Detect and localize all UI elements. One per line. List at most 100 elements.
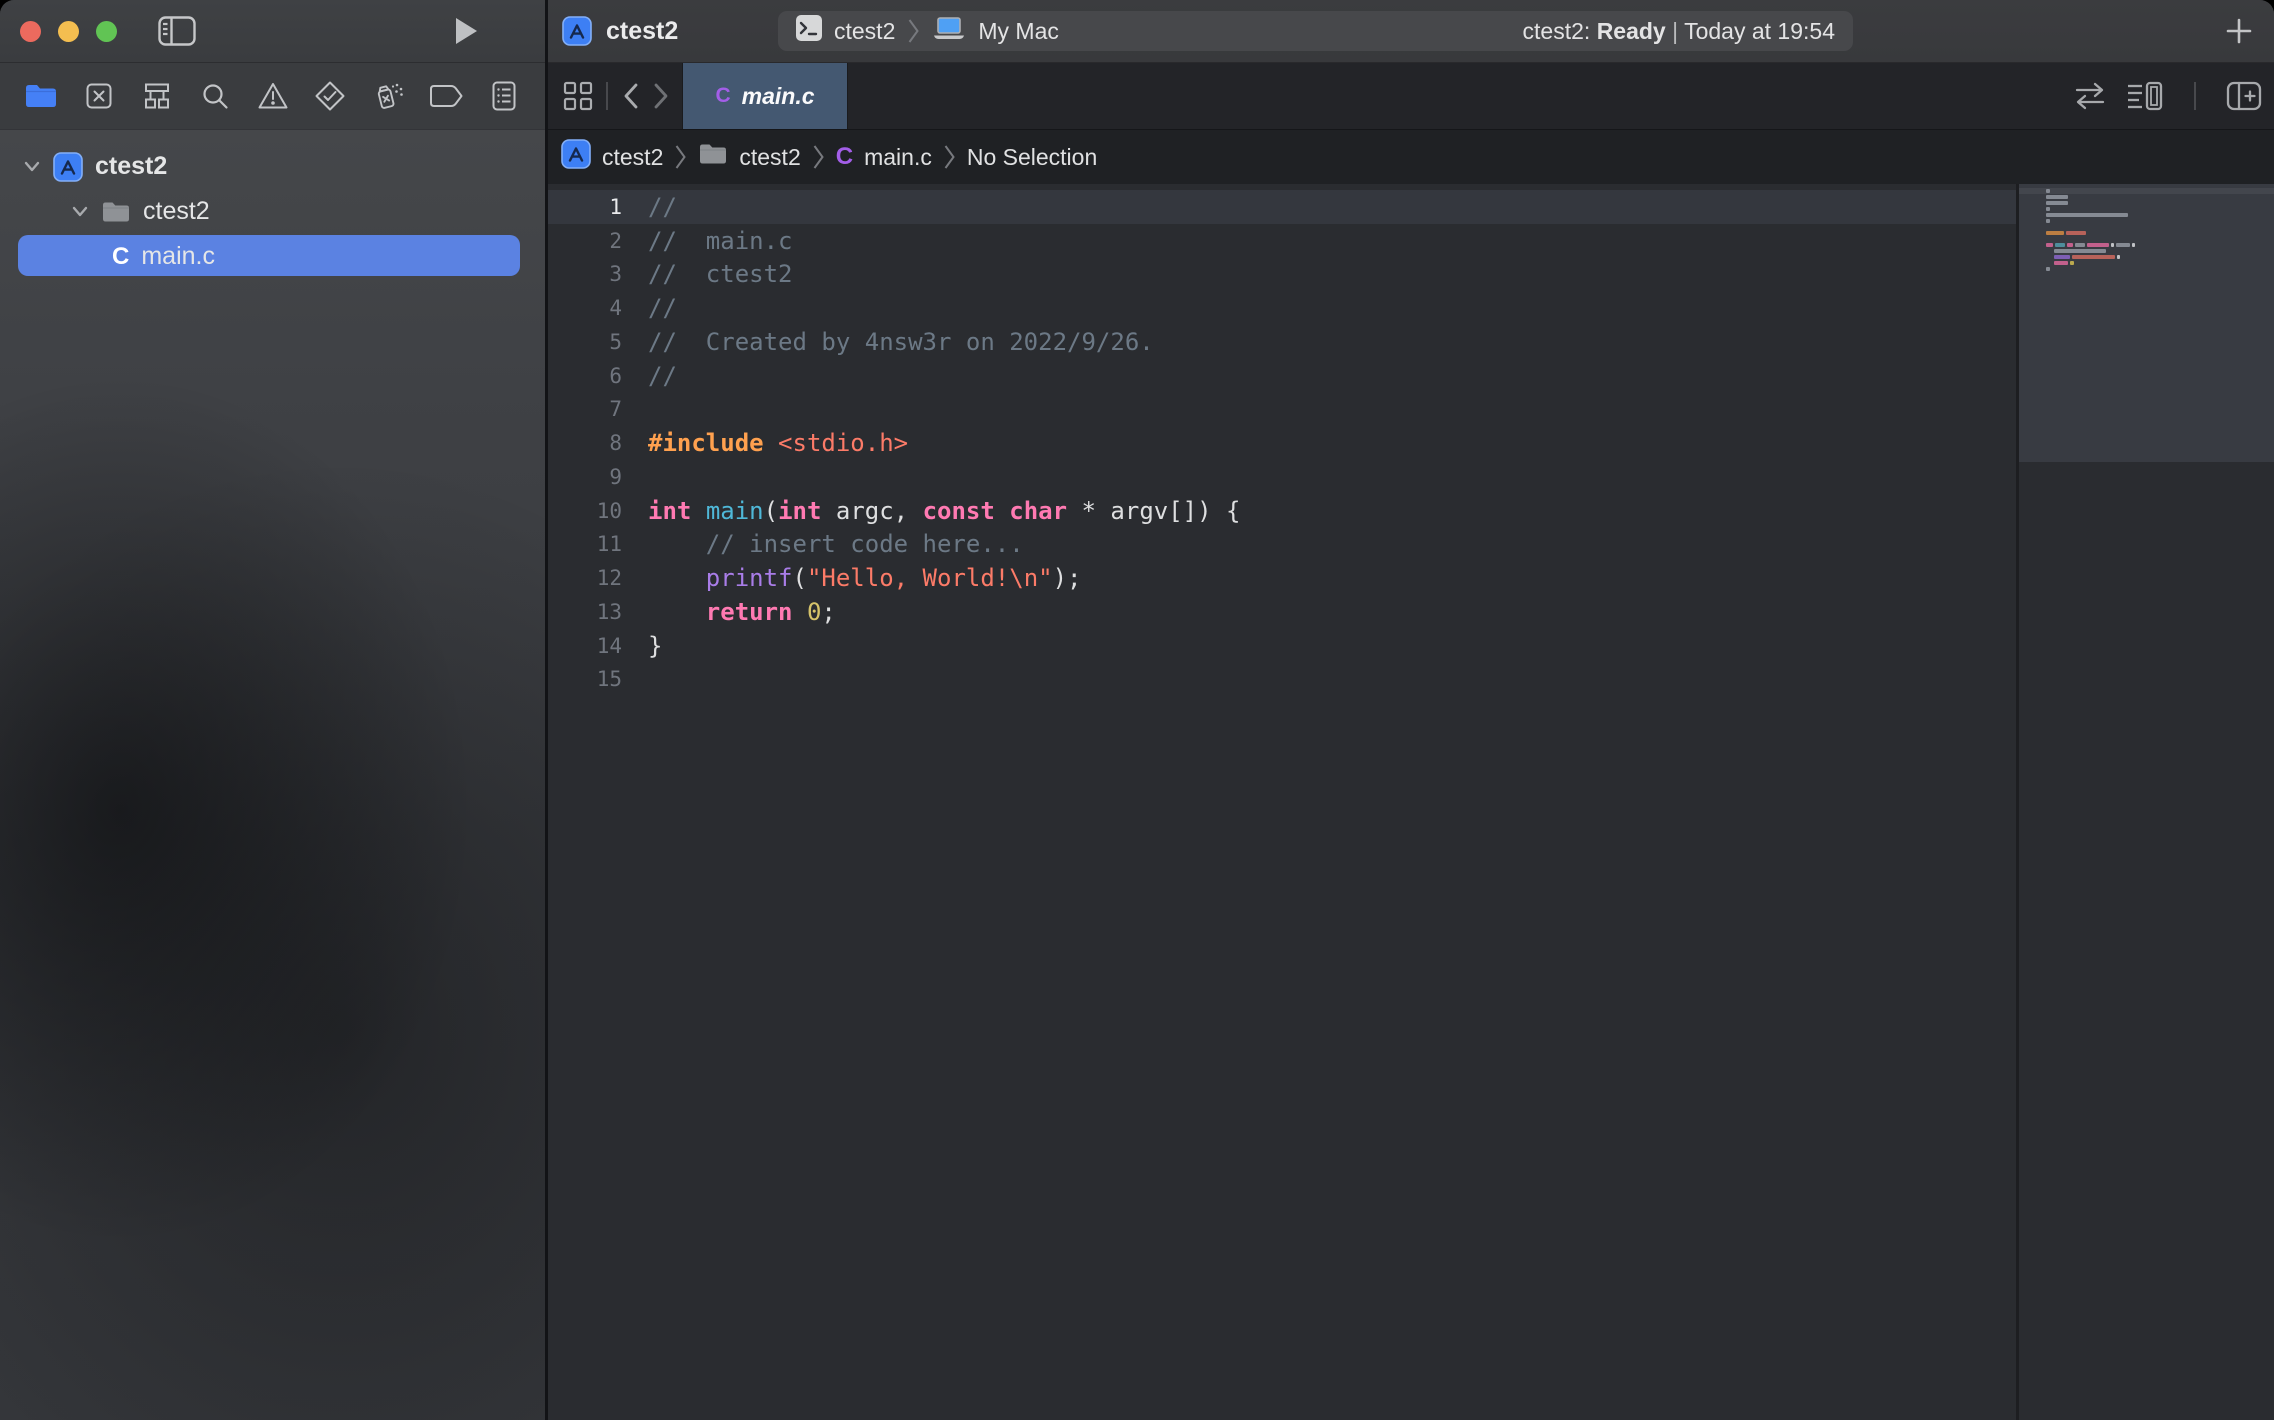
go-back-icon[interactable] [620,81,642,111]
report-navigator-icon[interactable] [477,74,531,118]
tab-main-c[interactable]: C main.c [682,63,848,129]
editor-options-icon[interactable] [2126,81,2164,111]
debug-navigator-icon[interactable] [361,74,415,118]
minimap-segment [2054,249,2106,253]
line-number[interactable]: 7 [548,397,622,421]
breadcrumb-ctest2[interactable]: ctest2 [561,139,663,175]
terminal-app-icon [796,15,822,47]
navigator-tab-bar [0,62,545,129]
code-area[interactable]: 1// 2 // main.c 3// ctest2 4 // 5// Created by… [548,190,2016,696]
minimap-segment [2075,243,2085,247]
minimap-line-8 [2046,231,2086,235]
code-line-7[interactable]: 7 [548,393,2016,427]
tree-item-ctest2[interactable]: ctest2 [0,189,545,234]
minimap-segment [2070,261,2074,265]
editor-controls-separator [2194,82,2196,110]
disclosure-chevron-icon[interactable] [72,206,88,218]
minimap-line-14 [2046,267,2050,271]
minimap[interactable] [2019,184,2274,1420]
run-play-button[interactable] [453,16,479,46]
minimap-segment [2055,243,2065,247]
minimap-line-6 [2046,219,2050,223]
breakpoint-navigator-icon[interactable] [419,74,473,118]
code-line-5[interactable]: 5// Created by 4nsw3r on 2022/9/26. [548,325,2016,359]
token-plain: ( [793,564,807,592]
sidebar-titlebar [0,0,545,62]
code-line-1[interactable]: 1// [548,190,2016,224]
code-line-12[interactable]: 12 printf("Hello, World!\n"); [548,561,2016,595]
token-fn: printf [706,564,793,592]
line-number[interactable]: 14 [548,634,622,658]
token-comment: // [648,294,677,322]
tree-item-main-c[interactable]: Cmain.c [0,234,545,279]
scheme-name[interactable]: ctest2 [834,18,895,45]
minimap-segment [2117,255,2120,259]
c-file-icon: C [836,143,853,171]
breadcrumb-label: main.c [864,144,932,171]
breadcrumb-ctest2[interactable]: ctest2 [698,142,800,172]
activity-scheme-bar[interactable]: ctest2 My Mac ctest2: Ready | Today at 1… [778,11,1853,51]
close-button[interactable] [20,21,41,42]
code-line-2[interactable]: 2 // main.c [548,224,2016,258]
source-editor[interactable]: 1// 2 // main.c 3// ctest2 4 // 5// Created by… [548,184,2274,1420]
symbol-navigator-icon[interactable] [130,74,184,118]
line-number[interactable]: 1 [548,195,622,219]
line-number[interactable]: 5 [548,330,622,354]
line-number[interactable]: 3 [548,262,622,286]
minimap-segment [2046,189,2050,193]
line-number[interactable]: 9 [548,465,622,489]
code-line-8[interactable]: 8#include <stdio.h> [548,426,2016,460]
code-line-3[interactable]: 3// ctest2 [548,258,2016,292]
run-destination[interactable]: My Mac [978,18,1059,45]
minimize-button[interactable] [58,21,79,42]
line-number[interactable]: 8 [548,431,622,455]
code-line-13[interactable]: 13 return 0; [548,595,2016,629]
line-number[interactable]: 13 [548,600,622,624]
test-navigator-icon[interactable] [303,74,357,118]
project-navigator-folder-icon[interactable] [14,74,68,118]
tree-item-ctest2[interactable]: ctest2 [0,144,545,189]
breadcrumb-label: ctest2 [739,144,800,171]
breadcrumb-no-selection[interactable]: No Selection [967,144,1097,171]
activity-status[interactable]: ctest2: Ready | Today at 19:54 [1459,0,1835,72]
source-control-navigator-icon[interactable] [72,74,126,118]
editor-layout-grid-icon[interactable] [562,80,594,112]
minimap-segment [2046,267,2050,271]
line-number[interactable]: 4 [548,296,622,320]
code-line-9[interactable]: 9 [548,460,2016,494]
issue-navigator-icon[interactable] [246,74,300,118]
line-number[interactable]: 12 [548,566,622,590]
minimap-viewport [2019,184,2274,462]
code-review-icon[interactable] [2072,82,2108,110]
code-line-6[interactable]: 6// [548,359,2016,393]
token-kw: const [923,497,995,525]
code-line-15[interactable]: 15 [548,663,2016,697]
zoom-button[interactable] [96,21,117,42]
minimap-segment [2046,201,2068,205]
line-number[interactable]: 6 [548,364,622,388]
library-add-button[interactable] [2224,16,2254,46]
scheme-selector[interactable]: ctest2 My Mac [796,15,1059,47]
minimap-segment [2067,243,2073,247]
disclosure-chevron-icon[interactable] [24,161,40,173]
toolbar: ctest2 ctest2 My Mac ctest2: Ready | Tod… [548,0,2274,62]
group-folder-icon [101,200,131,224]
find-navigator-icon[interactable] [188,74,242,118]
toggle-sidebar-icon[interactable] [158,16,196,46]
code-line-10[interactable]: 10int main(int argc, const char * argv[]… [548,494,2016,528]
line-number[interactable]: 11 [548,532,622,556]
token-comment: // main.c [648,227,793,255]
line-number[interactable]: 2 [548,229,622,253]
line-number[interactable]: 10 [548,499,622,523]
code-line-14[interactable]: 14} [548,629,2016,663]
add-editor-icon[interactable] [2226,81,2262,111]
tree-item-label: main.c [141,242,215,271]
code-line-11[interactable]: 11 // insert code here... [548,528,2016,562]
go-forward-icon[interactable] [650,81,672,111]
my-mac-laptop-icon [932,16,966,46]
code-line-4[interactable]: 4 // [548,291,2016,325]
line-number[interactable]: 15 [548,667,622,691]
traffic-lights [20,21,117,42]
breadcrumb-main-c[interactable]: Cmain.c [836,143,932,171]
token-decl: main [706,497,764,525]
